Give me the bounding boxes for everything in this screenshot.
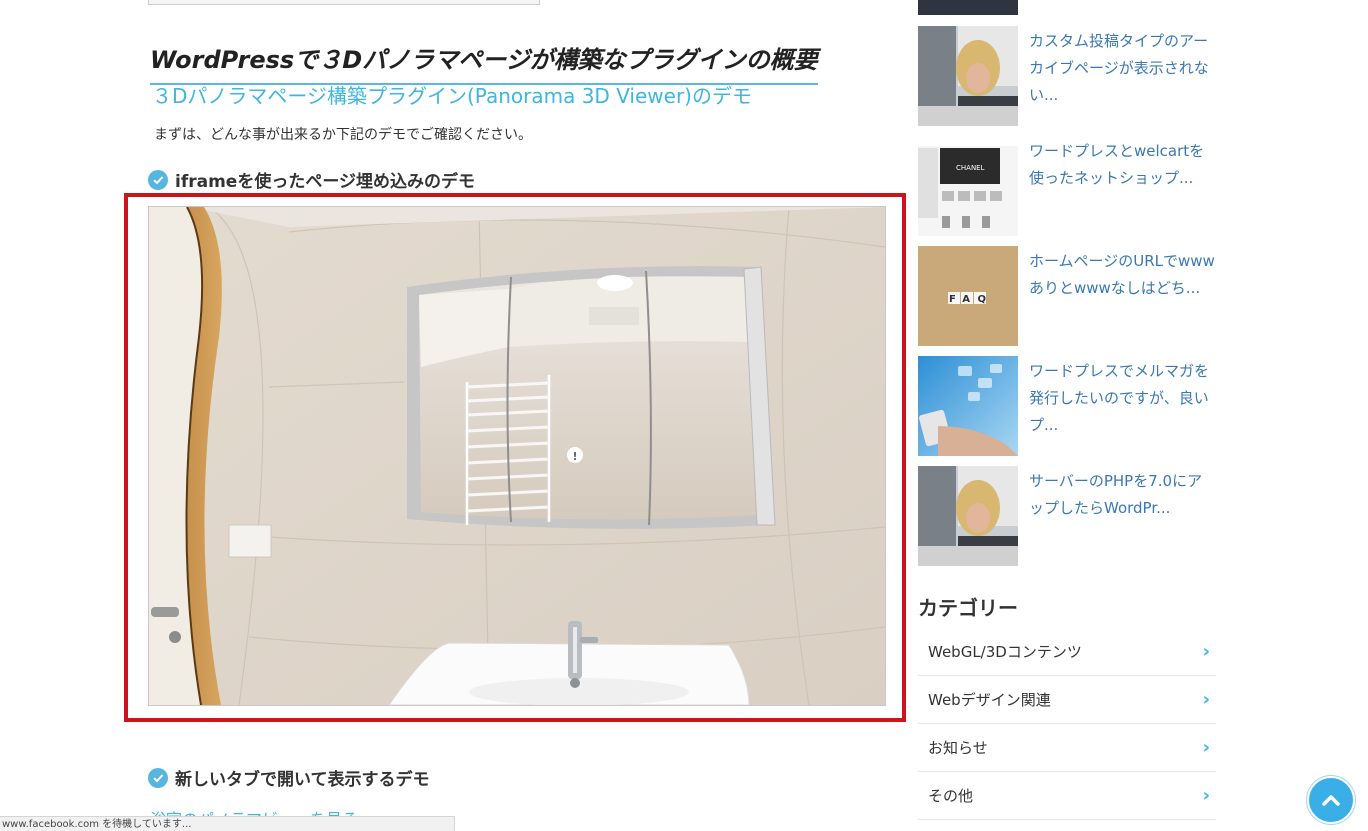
bathroom-panorama-image: ! [149, 207, 885, 705]
category-item[interactable]: WebGL/3Dコンテンツ › [918, 628, 1216, 676]
category-item[interactable]: お知らせ › [918, 724, 1216, 772]
sidebar-thumb-partial[interactable] [918, 0, 1018, 15]
post-thumbnail[interactable]: FAQ [918, 246, 1018, 346]
post-title[interactable]: ワードプレスでメルマガを発行したいのですが、良いプ... [1029, 358, 1215, 439]
chevron-right-icon: › [1202, 641, 1210, 662]
chevron-right-icon: › [1202, 737, 1210, 758]
intro-text: まずは、どんな事が出来るか下記のデモでご確認ください。 [154, 127, 532, 143]
post-title[interactable]: サーバーのPHPを7.0にアップしたらWordPr... [1029, 468, 1215, 522]
panorama-hotspot-icon[interactable]: ! [572, 450, 577, 463]
post-thumbnail[interactable]: CHANEL [918, 136, 1018, 236]
category-label[interactable]: Webデザイン関連 [928, 689, 1051, 710]
article-subheading: ３Dパノラマページ構築プラグイン(Panorama 3D Viewer)のデモ [152, 84, 752, 108]
sidebar-post[interactable]: CHANEL ワードプレスとwelcartを使ったネットショップ... [918, 136, 1218, 236]
previous-section-box [148, 0, 540, 5]
post-title[interactable]: ワードプレスとwelcartを使ったネットショップ... [1029, 138, 1215, 192]
categories-heading: カテゴリー [918, 596, 1018, 620]
check-circle-icon [148, 767, 168, 788]
newtab-demo-label: 新しいタブで開いて表示するデモ [175, 770, 430, 790]
category-label[interactable]: WebGL/3Dコンテンツ [928, 641, 1082, 662]
category-list: WebGL/3Dコンテンツ › Webデザイン関連 › お知らせ › その他 › [918, 628, 1216, 820]
sidebar-post[interactable]: サーバーのPHPを7.0にアップしたらWordPr... [918, 466, 1218, 566]
back-to-top-button[interactable] [1307, 776, 1355, 824]
chevron-right-icon: › [1202, 785, 1210, 806]
article-heading: WordPressで３Dパノラマページが構築なプラグインの概要 [150, 40, 818, 85]
chevron-right-icon: › [1202, 689, 1210, 710]
thumb-faq-text: FAQ [949, 294, 986, 305]
chevron-up-icon [1322, 795, 1340, 806]
sidebar-post[interactable]: ワードプレスでメルマガを発行したいのですが、良いプ... [918, 356, 1218, 456]
post-thumbnail[interactable] [918, 26, 1018, 126]
browser-status-bar: www.facebook.com を待機しています... [0, 816, 455, 831]
check-circle-icon [148, 169, 168, 190]
panorama-highlight-frame: ! [124, 193, 906, 722]
iframe-demo-heading: iframeを使ったページ埋め込みのデモ [148, 167, 475, 192]
post-thumbnail[interactable] [918, 356, 1018, 456]
thumb-brand-text: CHANEL [956, 164, 985, 172]
category-label[interactable]: お知らせ [928, 737, 988, 758]
sidebar-post[interactable]: FAQ ホームページのURLでwwwありとwwwなしはどち... [918, 246, 1218, 346]
post-title[interactable]: ホームページのURLでwwwありとwwwなしはどち... [1029, 248, 1215, 302]
sidebar-post[interactable]: カスタム投稿タイプのアーカイブページが表示されない... [918, 26, 1218, 126]
post-title[interactable]: カスタム投稿タイプのアーカイブページが表示されない... [1029, 28, 1215, 109]
post-thumbnail[interactable] [918, 466, 1018, 566]
category-item[interactable]: その他 › [918, 772, 1216, 820]
panorama-viewer[interactable]: ! [148, 206, 886, 706]
category-item[interactable]: Webデザイン関連 › [918, 676, 1216, 724]
newtab-demo-heading: 新しいタブで開いて表示するデモ [148, 765, 430, 790]
category-label[interactable]: その他 [928, 785, 973, 806]
iframe-demo-label: iframeを使ったページ埋め込みのデモ [175, 172, 475, 192]
